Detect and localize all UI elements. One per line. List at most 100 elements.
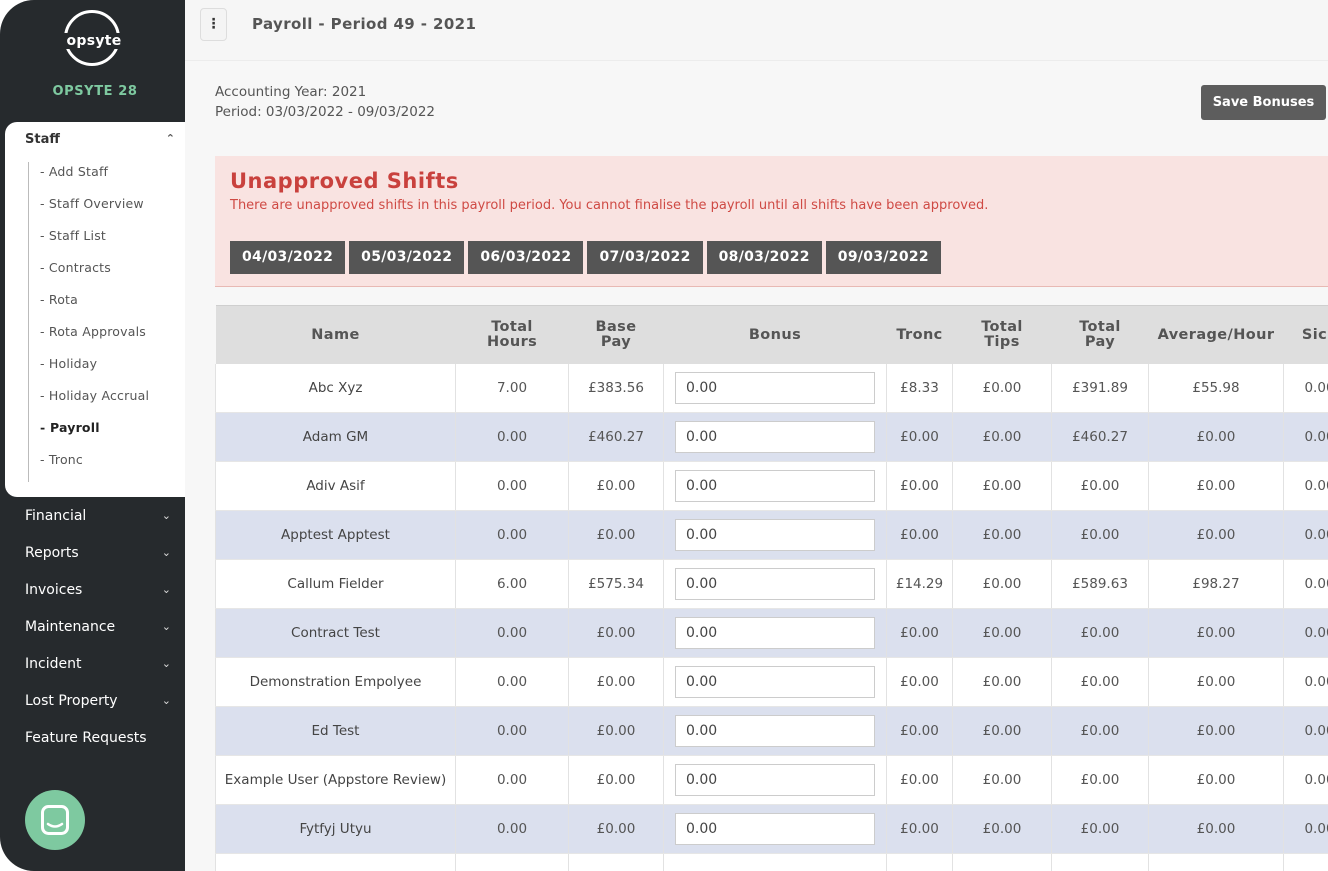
app-name: OPSYTE 28 [52,84,138,99]
sidebar-item-label: Incident [25,656,82,672]
sidebar-item-payroll[interactable]: - Payroll [29,418,179,450]
sick-cell: 0.00 [1283,559,1328,609]
base-cell: £460.27 [568,412,664,462]
sick-cell: 0.00 [1283,510,1328,560]
sidebar-item-add-staff[interactable]: - Add Staff [29,162,179,194]
tronc-cell: £0.00 [886,412,953,462]
unapproved-date-button[interactable]: 09/03/2022 [825,241,941,274]
bonus-cell [663,853,887,871]
sidebar-item-incident[interactable]: Incident ⌄ [25,656,173,672]
bonus-input[interactable] [675,813,875,845]
total-cell: £0.00 [1051,804,1149,854]
employee-name-cell [215,853,456,871]
total-cell: £0.00 [1051,755,1149,805]
bonus-cell [663,657,887,707]
sick-cell: 0.00 [1283,706,1328,756]
sidebar: opsyte OPSYTE 28 Staff ⌃ - Add Staff - St… [0,0,185,871]
employee-name-cell: Example User (Appstore Review) [215,755,456,805]
avg-cell: £0.00 [1148,461,1284,511]
avg-cell: £98.27 [1148,559,1284,609]
hours-cell: 0.00 [455,461,569,511]
tips-cell: £0.00 [952,364,1052,413]
unapproved-date-button[interactable]: 07/03/2022 [587,241,703,274]
hours-cell: 7.00 [455,364,569,413]
hours-cell: 0.00 [455,608,569,658]
sidebar-item-label: Invoices [25,582,83,598]
chevron-down-icon: ⌄ [161,546,171,559]
avg-cell [1148,853,1284,871]
sidebar-item-reports[interactable]: Reports ⌄ [25,545,173,561]
chat-launcher-button[interactable] [25,790,85,850]
tronc-cell: £14.29 [886,559,953,609]
avg-cell: £0.00 [1148,755,1284,805]
logo[interactable]: opsyte [0,0,185,118]
base-cell: £0.00 [568,755,664,805]
unapproved-date-button[interactable]: 08/03/2022 [706,241,822,274]
sidebar-item-maintenance[interactable]: Maintenance ⌄ [25,619,173,635]
payroll-table: Name Total Hours Base Pay Bonus Tronc Total T… [215,305,1328,871]
tips-cell: £0.00 [952,804,1052,854]
staff-section-toggle[interactable]: Staff ⌃ [25,132,175,147]
unapproved-date-button[interactable]: 04/03/2022 [230,241,346,274]
total-cell: £391.89 [1051,364,1149,413]
sidebar-item-financial[interactable]: Financial ⌄ [25,508,173,524]
accounting-year: Accounting Year: 2021 [215,84,367,100]
column-header-tronc: Tronc [886,305,953,364]
tronc-cell: £0.00 [886,706,953,756]
sidebar-item-rota[interactable]: - Rota [29,290,179,322]
bonus-input[interactable] [675,666,875,698]
bonus-input[interactable] [675,764,875,796]
avg-cell: £0.00 [1148,657,1284,707]
sidebar-item-tronc[interactable]: - Tronc [29,450,179,482]
column-header-bonus: Bonus [663,305,887,364]
unapproved-date-button[interactable]: 06/03/2022 [468,241,584,274]
total-cell: £0.00 [1051,461,1149,511]
bonus-input[interactable] [675,470,875,502]
sick-cell: 0.00 [1283,412,1328,462]
column-header-label: Total Tips [981,319,1023,350]
sick-cell: 0.00 [1283,461,1328,511]
sidebar-item-label: Lost Property [25,693,118,709]
sidebar-item-rota-approvals[interactable]: - Rota Approvals [29,322,179,354]
sick-cell: 0.00 [1283,364,1328,413]
column-header-total-hours: Total Hours [455,305,569,364]
total-cell: £0.00 [1051,657,1149,707]
sidebar-item-staff-list[interactable]: - Staff List [29,226,179,258]
bonus-input[interactable] [675,715,875,747]
sidebar-item-staff-overview[interactable]: - Staff Overview [29,194,179,226]
payroll-table-wrapper[interactable]: Name Total Hours Base Pay Bonus Tronc Total T… [215,305,1328,871]
sick-cell: 0.00 [1283,755,1328,805]
bonus-input[interactable] [675,568,875,600]
employee-name-cell: Abc Xyz [215,364,456,413]
sidebar-item-lost-property[interactable]: Lost Property ⌄ [25,693,173,709]
base-cell: £0.00 [568,461,664,511]
employee-name-cell: Apptest Apptest [215,510,456,560]
tronc-cell: £0.00 [886,804,953,854]
save-bonuses-button[interactable]: Save Bonuses [1201,85,1326,120]
tips-cell: £0.00 [952,510,1052,560]
unapproved-shifts-alert: Unapproved Shifts There are unapproved s… [215,156,1328,287]
sidebar-item-invoices[interactable]: Invoices ⌄ [25,582,173,598]
sidebar-item-contracts[interactable]: - Contracts [29,258,179,290]
unapproved-date-button[interactable]: 05/03/2022 [349,241,465,274]
tips-cell: £0.00 [952,657,1052,707]
bonus-cell [663,461,887,511]
bonus-input[interactable] [675,421,875,453]
tronc-cell: £0.00 [886,657,953,707]
sick-cell: 0.00 [1283,608,1328,658]
employee-name-cell: Adiv Asif [215,461,456,511]
kebab-menu-button[interactable]: ⋮ [200,8,227,41]
base-cell: £0.00 [568,608,664,658]
bonus-input[interactable] [675,372,875,404]
bonus-input[interactable] [675,519,875,551]
employee-name-cell: Ed Test [215,706,456,756]
sidebar-item-holiday-accrual[interactable]: - Holiday Accrual [29,386,179,418]
sidebar-item-holiday[interactable]: - Holiday [29,354,179,386]
sidebar-item-label: Reports [25,545,79,561]
tronc-cell: £0.00 [886,510,953,560]
column-header-total-pay: Total Pay [1051,305,1149,364]
bonus-input[interactable] [675,617,875,649]
sidebar-item-feature-requests[interactable]: Feature Requests [25,730,173,746]
tips-cell [952,853,1052,871]
logo-text: opsyte [40,33,148,49]
